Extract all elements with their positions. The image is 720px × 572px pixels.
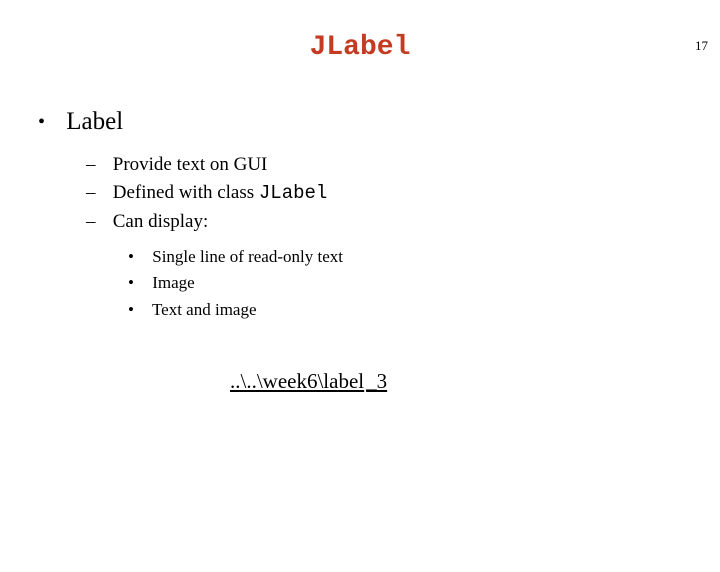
subsubbullet-text: Image (152, 273, 194, 292)
slide-content: Label Provide text on GUI Defined with c… (0, 103, 720, 394)
file-link[interactable]: ..\..\week6\label_3 (230, 369, 720, 394)
subsubbullet-text: Text and image (152, 300, 257, 319)
page-number: 17 (695, 38, 708, 54)
subbullet-text: Can display: (113, 211, 209, 232)
subbullet-code: JLabel (259, 182, 327, 204)
file-link-path: ..\..\week6\label (230, 369, 364, 393)
subbullet-provide-text: Provide text on GUI (86, 151, 720, 180)
file-link-tail: _3 (364, 369, 387, 393)
subbullet-text-prefix: Defined with class (113, 182, 259, 203)
bullet-label: Label Provide text on GUI Defined with c… (38, 103, 720, 323)
subsubbullet-text-and-image: Text and image (128, 297, 720, 323)
bullet-label-text: Label (66, 108, 123, 135)
slide-title: JLabel (0, 32, 720, 63)
subbullet-defined-with: Defined with class JLabel (86, 179, 720, 208)
subbullet-can-display: Can display: Single line of read-only te… (86, 208, 720, 324)
subsubbullet-image: Image (128, 270, 720, 296)
subbullet-text: Provide text on GUI (113, 154, 268, 175)
subsubbullet-single-line: Single line of read-only text (128, 244, 720, 270)
subsubbullet-text: Single line of read-only text (152, 247, 343, 266)
